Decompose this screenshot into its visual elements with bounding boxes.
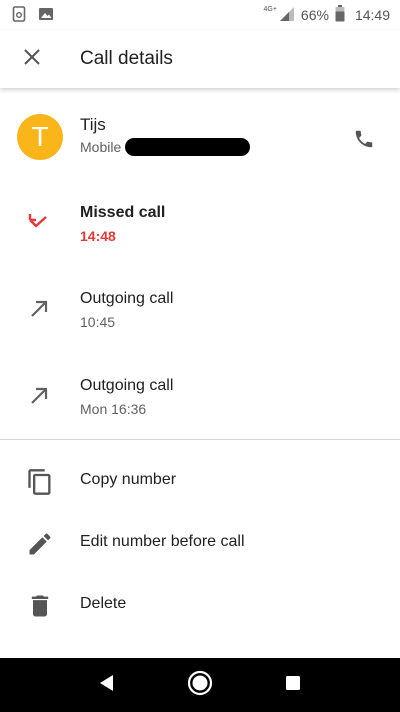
action-label: Delete	[80, 595, 127, 612]
home-button[interactable]	[180, 665, 220, 705]
battery-percent: 66%	[300, 7, 329, 23]
app-bar: Call details	[0, 30, 400, 88]
home-icon	[187, 670, 213, 701]
clock: 14:49	[354, 7, 390, 23]
image-icon	[38, 6, 54, 25]
call-button[interactable]	[344, 121, 384, 161]
contact-number-line: Mobile	[80, 138, 251, 156]
call-type: Outgoing call	[80, 377, 174, 394]
outgoing-call-icon	[26, 383, 52, 409]
signal-icon	[279, 6, 295, 25]
network-type: 4G+	[263, 5, 277, 13]
copy-number-button[interactable]: Copy number	[0, 454, 400, 510]
call-time: Mon 16:36	[80, 401, 147, 417]
status-left	[12, 5, 263, 25]
copy-icon	[26, 468, 54, 496]
edit-icon	[26, 530, 54, 558]
recents-icon	[284, 674, 302, 697]
status-right: 4G+ 66% 14:49	[263, 5, 390, 25]
delete-button[interactable]: Delete	[0, 578, 400, 634]
contact-row[interactable]: T Tijs Mobile	[0, 107, 400, 167]
back-button[interactable]	[87, 665, 127, 705]
recents-button[interactable]	[273, 665, 313, 705]
call-type: Missed call	[80, 204, 166, 221]
redacted-number	[125, 138, 251, 156]
action-label: Copy number	[80, 471, 177, 488]
close-icon	[23, 48, 41, 71]
divider	[0, 439, 400, 440]
number-type: Mobile	[80, 139, 122, 155]
contact-info: Tijs Mobile	[80, 115, 251, 156]
edit-number-button[interactable]: Edit number before call	[0, 516, 400, 572]
page-title: Call details	[80, 48, 173, 69]
status-bar: 4G+ 66% 14:49	[0, 0, 400, 30]
call-time: 14:48	[80, 228, 116, 244]
call-entry-missed: Missed call 14:48	[0, 192, 400, 252]
call-type: Outgoing call	[80, 290, 174, 307]
call-time: 10:45	[80, 314, 116, 330]
phone-icon	[353, 128, 375, 155]
navigation-bar	[0, 658, 400, 712]
outgoing-call-icon	[26, 296, 52, 322]
back-icon	[97, 673, 117, 698]
contact-name: Tijs	[80, 115, 106, 134]
delete-icon	[26, 592, 54, 620]
call-entry-outgoing: Outgoing call 10:45	[0, 278, 400, 338]
avatar: T	[17, 114, 63, 160]
sim-icon	[12, 5, 26, 25]
missed-call-icon	[26, 210, 52, 236]
action-label: Edit number before call	[80, 533, 245, 550]
battery-icon	[335, 5, 345, 25]
close-button[interactable]	[0, 30, 64, 88]
call-entry-outgoing: Outgoing call Mon 16:36	[0, 365, 400, 425]
